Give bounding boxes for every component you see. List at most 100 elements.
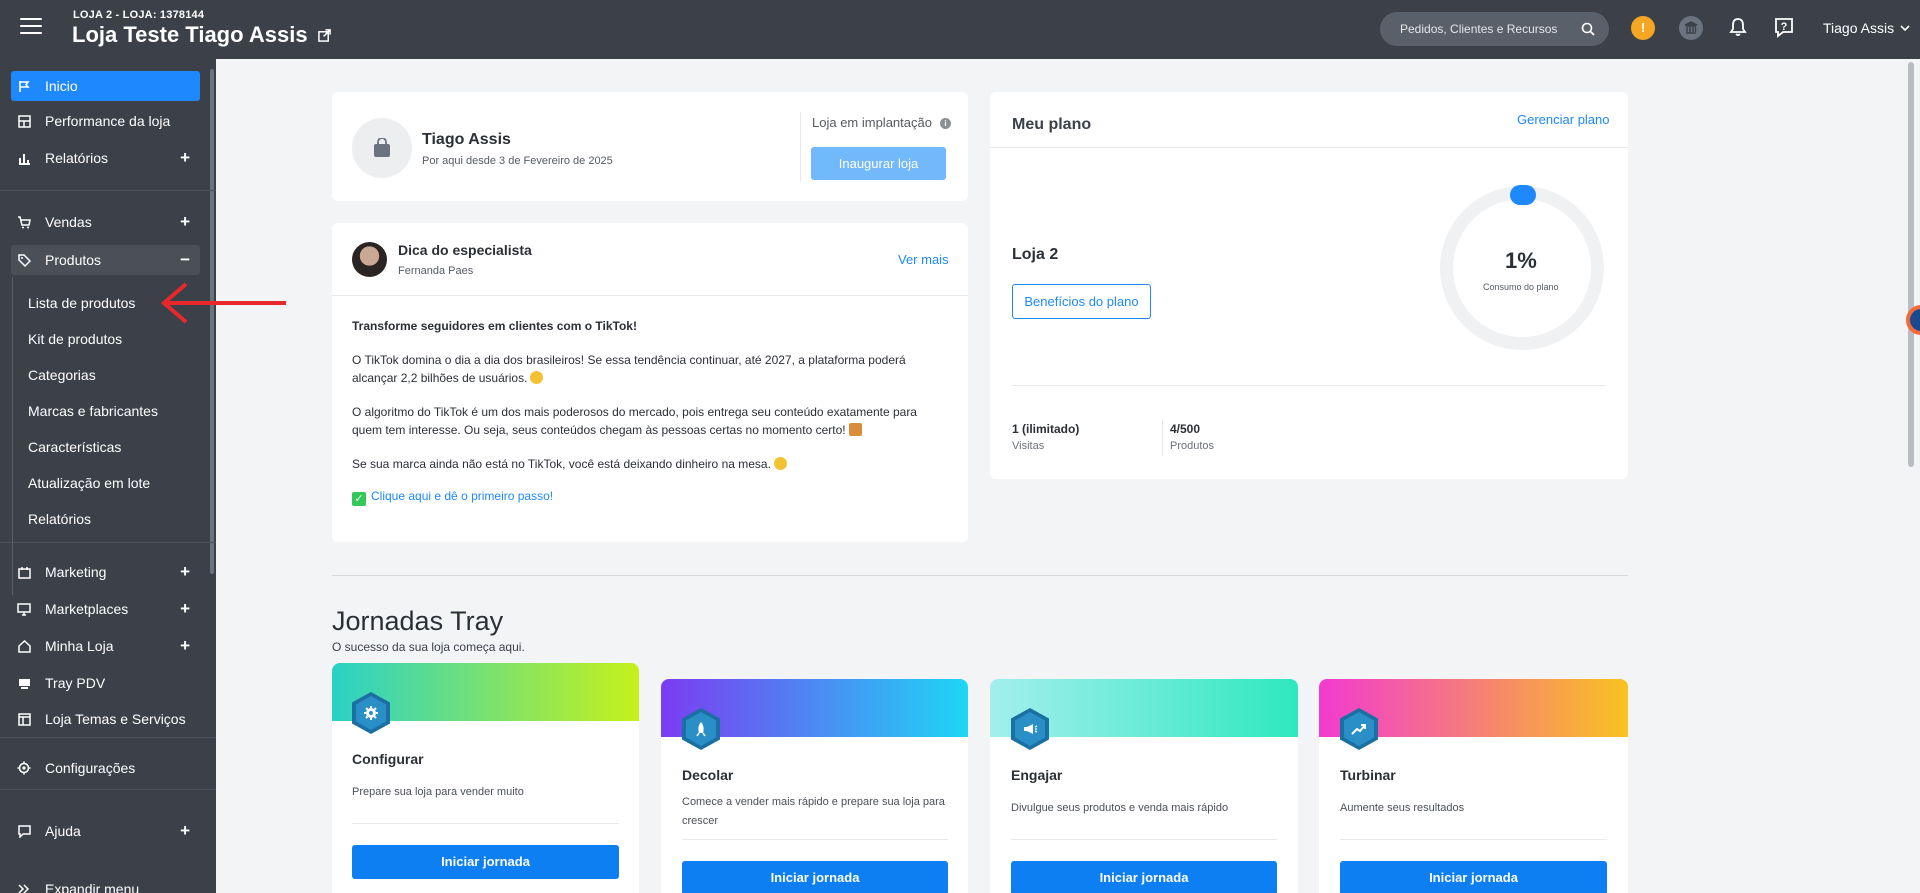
megaphone-icon: [1024, 724, 1038, 734]
sidebar-item-vendas[interactable]: Vendas +: [11, 207, 200, 237]
submenu-item-caracteristicas[interactable]: Características: [28, 439, 121, 455]
sidebar-item-label: Performance da loja: [45, 113, 171, 129]
main-scrollbar[interactable]: [1908, 62, 1914, 467]
sidebar-item-minha-loja[interactable]: Minha Loja +: [11, 631, 200, 661]
chevron-down-icon: [1900, 25, 1910, 32]
tip-author: Fernanda Paes: [398, 265, 474, 277]
sidebar-item-produtos[interactable]: Produtos −: [11, 245, 200, 275]
start-journey-button[interactable]: Iniciar jornada: [352, 845, 619, 879]
info-icon[interactable]: i: [939, 118, 951, 129]
journey-desc: Divulgue seus produtos e venda mais rápi…: [1011, 802, 1229, 814]
sidebar-item-marketplaces[interactable]: Marketplaces +: [11, 594, 200, 624]
sidebar-item-label: Relatórios: [45, 150, 109, 166]
sidebar-item-label: Inicio: [45, 78, 78, 94]
inaugurate-store-button[interactable]: Inaugurar loja: [811, 147, 946, 180]
tip-headline: Transforme seguidores em clientes com o …: [352, 319, 637, 333]
search-icon[interactable]: [1581, 22, 1595, 36]
sidebar-item-label: Loja Temas e Serviços: [45, 711, 186, 727]
sidebar-item-label: Minha Loja: [45, 638, 114, 654]
expand-icon[interactable]: +: [180, 636, 190, 656]
tip-paragraph-3-text: Se sua marca ainda não está no TikTok, v…: [352, 457, 771, 471]
top-bar: LOJA 2 - LOJA: 1378144 Loja Teste Tiago …: [0, 0, 1920, 59]
submenu-item-lista-produtos[interactable]: Lista de produtos: [28, 295, 135, 311]
hamburger-menu-icon[interactable]: [20, 18, 42, 36]
search-input[interactable]: Pedidos, Clientes e Recursos: [1380, 12, 1609, 46]
flag-icon: [17, 79, 31, 93]
sidebar-divider: [0, 190, 216, 191]
products-value: 4/500: [1170, 422, 1201, 436]
expand-icon[interactable]: +: [180, 148, 190, 168]
plan-usage-label: Consumo do plano: [1483, 282, 1559, 292]
submenu-item-marcas[interactable]: Marcas e fabricantes: [28, 403, 158, 419]
sidebar-item-label: Configurações: [45, 760, 136, 776]
submenu-item-relatorios-produtos[interactable]: Relatórios: [28, 511, 91, 527]
journey-title: Engajar: [1011, 767, 1063, 783]
journey-divider: [1340, 839, 1607, 840]
trend-up-icon: [1351, 724, 1366, 735]
sidebar-item-tray-pdv[interactable]: Tray PDV: [11, 668, 200, 698]
sidebar-item-inicio[interactable]: Inicio: [11, 71, 200, 101]
store-avatar: [352, 118, 412, 178]
start-journey-button[interactable]: Iniciar jornada: [682, 861, 948, 893]
monitor-icon: [17, 602, 31, 616]
submenu-item-categorias[interactable]: Categorias: [28, 367, 96, 383]
profile-since: Por aqui desde 3 de Fevereiro de 2025: [422, 155, 613, 167]
start-journey-button[interactable]: Iniciar jornada: [1011, 861, 1277, 893]
tip-paragraph-3: Se sua marca ainda não está no TikTok, v…: [352, 455, 942, 473]
manage-plan-link[interactable]: Gerenciar plano: [1517, 112, 1610, 127]
journeys-title: Jornadas Tray: [332, 606, 504, 636]
dashboard-icon: [17, 114, 31, 128]
tip-paragraph-2: O algoritmo do TikTok é um dos mais pode…: [352, 403, 942, 439]
alert-icon[interactable]: !: [1631, 16, 1655, 40]
chat-help-icon: [17, 824, 31, 838]
profile-name: Tiago Assis: [422, 131, 511, 148]
search-placeholder: Pedidos, Clientes e Recursos: [1400, 22, 1558, 36]
sidebar-item-performance[interactable]: Performance da loja: [11, 106, 200, 136]
start-journey-button[interactable]: Iniciar jornada: [1340, 861, 1607, 893]
expand-icon[interactable]: +: [180, 821, 190, 841]
submenu-line: [12, 277, 13, 595]
rocket-icon: [696, 722, 706, 737]
plan-usage-value: 1%: [1505, 248, 1537, 273]
section-divider: [332, 575, 1628, 576]
sidebar-item-expandir-menu[interactable]: Expandir menu: [11, 874, 200, 893]
bar-chart-icon: [17, 151, 31, 165]
user-menu[interactable]: Tiago Assis: [1823, 20, 1910, 36]
help-icon[interactable]: ?: [1773, 16, 1795, 38]
cart-icon: [17, 215, 31, 229]
plan-stats-divider: [1012, 385, 1606, 386]
plan-benefits-button[interactable]: Benefícios do plano: [1012, 284, 1151, 319]
sidebar-item-label: Ajuda: [45, 823, 81, 839]
submenu-item-kit-produtos[interactable]: Kit de produtos: [28, 331, 122, 347]
external-link-icon[interactable]: [317, 28, 331, 42]
sidebar-item-marketing[interactable]: Marketing +: [11, 557, 200, 587]
expand-icon[interactable]: +: [180, 562, 190, 582]
tip-cta[interactable]: ✓ Clique aqui e dê o primeiro passo!: [352, 489, 553, 506]
sidebar-item-label: Produtos: [45, 252, 102, 268]
sidebar-item-relatorios[interactable]: Relatórios +: [11, 143, 200, 173]
store-title[interactable]: Loja Teste Tiago Assis: [72, 22, 331, 48]
plan-title: Meu plano: [1012, 116, 1092, 133]
pos-terminal-icon: [17, 676, 31, 690]
sidebar-item-loja-temas[interactable]: Loja Temas e Serviços: [11, 704, 200, 734]
plan-name: Loja 2: [1012, 246, 1059, 263]
expand-icon[interactable]: +: [180, 212, 190, 232]
tip-cta-link[interactable]: Clique aqui e dê o primeiro passo!: [371, 489, 553, 503]
submenu-item-atualizacao-lote[interactable]: Atualização em lote: [28, 475, 150, 491]
journey-divider: [1011, 839, 1277, 840]
gear-icon: [364, 706, 378, 720]
bell-icon[interactable]: [1727, 16, 1749, 38]
bank-icon[interactable]: [1679, 16, 1703, 40]
check-icon: ✓: [352, 492, 366, 506]
journey-desc: Prepare sua loja para vender muito: [352, 786, 524, 798]
sidebar-item-label: Vendas: [45, 214, 92, 230]
see-more-link[interactable]: Ver mais: [898, 252, 949, 267]
sidebar-item-ajuda[interactable]: Ajuda +: [11, 816, 200, 846]
layout-icon: [17, 712, 31, 726]
sidebar-item-configuracoes[interactable]: Configurações: [11, 753, 200, 783]
profile-divider: [800, 112, 801, 182]
sidebar-item-label: Marketplaces: [45, 601, 129, 617]
money-bag-emoji-icon: [773, 457, 787, 470]
collapse-icon[interactable]: −: [180, 250, 190, 270]
expand-icon[interactable]: +: [180, 599, 190, 619]
